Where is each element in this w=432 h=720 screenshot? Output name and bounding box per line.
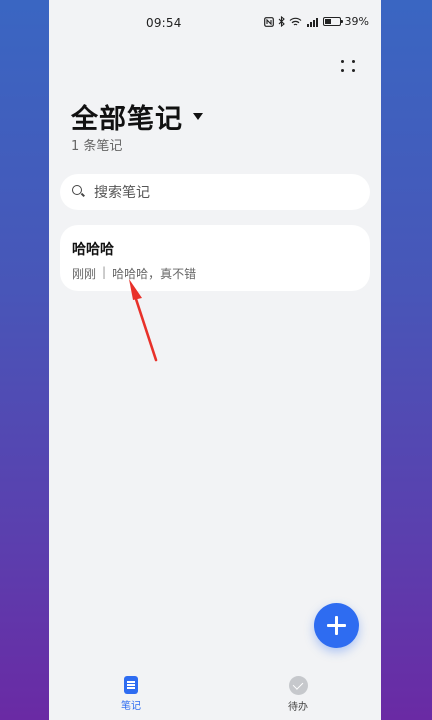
folder-selector[interactable]: 全部笔记 <box>71 97 203 136</box>
search-icon <box>72 185 86 199</box>
phone-screen: 09:54 39% 全部笔记 1 条笔记 搜索笔记 哈哈哈 刚刚 | 哈哈哈，真… <box>49 0 381 720</box>
nfc-icon <box>263 16 274 27</box>
status-icons: 39% <box>263 15 369 28</box>
note-card[interactable]: 哈哈哈 刚刚 | 哈哈哈，真不错 <box>60 225 370 291</box>
check-circle-icon <box>288 676 308 695</box>
dot <box>351 60 355 63</box>
add-note-button[interactable] <box>314 603 359 648</box>
signal-icon <box>306 17 318 27</box>
more-options-button[interactable] <box>337 56 359 76</box>
battery-level <box>324 19 331 24</box>
bluetooth-icon <box>278 16 285 27</box>
dot <box>340 60 344 63</box>
nav-notes-label: 笔记 <box>121 701 141 712</box>
note-time: 刚刚 <box>72 267 97 281</box>
battery-icon <box>322 17 343 26</box>
note-meta: 刚刚 | 哈哈哈，真不错 <box>72 265 358 282</box>
nav-todo-label: 待办 <box>288 702 308 713</box>
nav-notes-tab[interactable]: 笔记 <box>121 676 141 712</box>
note-count: 1 条笔记 <box>71 139 123 154</box>
dot <box>340 69 344 72</box>
notes-icon <box>124 676 138 694</box>
page-title: 全部笔记 <box>71 104 183 135</box>
note-title: 哈哈哈 <box>72 242 114 258</box>
search-placeholder: 搜索笔记 <box>94 185 150 201</box>
note-separator: | <box>102 265 107 279</box>
wifi-icon <box>289 17 301 25</box>
note-preview: 哈哈哈，真不错 <box>112 267 197 281</box>
status-time: 09:54 <box>146 16 182 30</box>
arrow-shaft <box>133 294 158 362</box>
status-bar: 09:54 39% <box>49 0 381 46</box>
battery-percent: 39% <box>344 15 369 28</box>
nav-todo-tab[interactable]: 待办 <box>288 676 308 713</box>
search-bar[interactable]: 搜索笔记 <box>60 174 370 210</box>
caret-down-icon <box>193 113 203 120</box>
dot <box>351 69 355 72</box>
